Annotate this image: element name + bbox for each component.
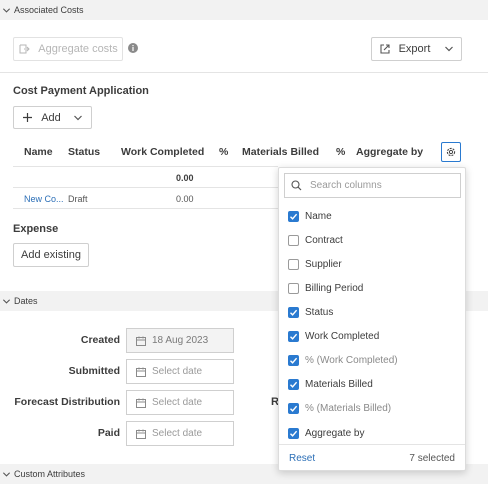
column-option[interactable]: Contract [288, 232, 343, 248]
calendar-icon [136, 398, 152, 408]
created-date-value: 18 Aug 2023 [152, 335, 209, 346]
reset-link[interactable]: Reset [289, 453, 315, 464]
divider [13, 208, 278, 209]
export-button[interactable]: Export [371, 37, 462, 61]
date-placeholder: Select date [152, 397, 203, 408]
column-option[interactable]: % (Work Completed) [288, 352, 398, 368]
divider [0, 72, 488, 73]
forecast-distribution-label: Forecast Distribution [14, 396, 120, 408]
chevron-down-icon [73, 113, 83, 123]
column-settings-button[interactable] [441, 142, 461, 162]
section-title: Dates [14, 296, 38, 306]
calendar-icon [136, 336, 152, 346]
checkbox-checked-icon[interactable] [288, 330, 299, 342]
column-option-label: Contract [305, 234, 343, 246]
created-date-field: 18 Aug 2023 [126, 328, 234, 353]
column-header-materials-percent[interactable]: % [336, 146, 345, 158]
chevron-down-icon [2, 6, 11, 15]
add-label: Add [41, 111, 61, 124]
column-option[interactable]: Billing Period [288, 280, 363, 296]
column-option[interactable]: Supplier [288, 256, 342, 272]
row-name-link[interactable]: New Co... [24, 194, 64, 204]
divider [13, 187, 278, 188]
add-button[interactable]: Add [13, 106, 92, 129]
aggregate-icon [18, 43, 30, 55]
paid-date-input[interactable]: Select date [126, 421, 234, 446]
column-option-label: Status [305, 306, 334, 318]
section-title: Custom Attributes [14, 469, 86, 479]
gear-icon [445, 146, 457, 158]
paid-label: Paid [97, 427, 120, 439]
chevron-down-icon [2, 470, 11, 479]
column-option-label: Work Completed [305, 330, 380, 342]
chevron-down-icon [444, 44, 454, 54]
checkbox-unchecked-icon[interactable] [288, 258, 299, 270]
add-existing-button[interactable]: Add existing [13, 243, 89, 267]
column-picker-footer: Reset 7 selected [279, 444, 465, 471]
checkbox-unchecked-icon[interactable] [288, 234, 299, 246]
divider [13, 166, 278, 167]
date-placeholder: Select date [152, 366, 203, 377]
total-work-completed: 0.00 [176, 173, 194, 183]
column-option[interactable]: Aggregate by [288, 425, 365, 441]
checkbox-checked-icon[interactable] [288, 427, 299, 439]
chevron-down-icon [2, 297, 11, 306]
column-header-work-percent[interactable]: % [219, 146, 228, 158]
date-placeholder: Select date [152, 428, 203, 439]
column-option-label: Name [305, 210, 332, 222]
column-option-label: % (Work Completed) [305, 354, 398, 366]
column-header-materials-billed[interactable]: Materials Billed [242, 146, 319, 158]
column-option[interactable]: % (Materials Billed) [288, 400, 391, 416]
search-columns-input[interactable]: Search columns [284, 173, 461, 198]
column-option-label: Aggregate by [305, 427, 365, 439]
export-label: Export [398, 43, 431, 55]
row-status: Draft [68, 194, 88, 204]
selected-count: 7 selected [409, 452, 455, 464]
submitted-date-input[interactable]: Select date [126, 359, 234, 384]
checkbox-unchecked-icon[interactable] [288, 282, 299, 294]
checkbox-checked-icon[interactable] [288, 354, 299, 366]
column-header-status[interactable]: Status [68, 146, 100, 158]
forecast-distribution-date-input[interactable]: Select date [126, 390, 234, 415]
checkbox-checked-icon[interactable] [288, 210, 299, 222]
column-header-name[interactable]: Name [24, 146, 53, 158]
column-option-label: Billing Period [305, 282, 364, 294]
column-option[interactable]: Work Completed [288, 328, 379, 344]
created-label: Created [80, 334, 120, 346]
export-icon [379, 43, 391, 55]
info-icon[interactable] [128, 43, 138, 56]
checkbox-checked-icon[interactable] [288, 402, 299, 414]
checkbox-checked-icon[interactable] [288, 378, 299, 390]
column-option[interactable]: Status [288, 304, 333, 320]
associated-costs-section-header[interactable]: Associated Costs [0, 0, 488, 20]
column-header-work-completed[interactable]: Work Completed [121, 146, 204, 158]
column-header-aggregate-by[interactable]: Aggregate by [356, 146, 423, 158]
aggregate-costs-button[interactable]: Aggregate costs [13, 37, 123, 61]
column-picker-dropdown: Search columns Name Contract Supplier Billi… [278, 167, 466, 471]
column-option-label: Supplier [305, 258, 342, 270]
column-option[interactable]: Materials Billed [288, 376, 373, 392]
search-icon [291, 180, 302, 191]
section-title: Associated Costs [14, 5, 84, 15]
aggregate-costs-label: Aggregate costs [38, 43, 118, 55]
calendar-icon [136, 367, 152, 377]
cost-payment-title: Cost Payment Application [13, 85, 149, 97]
row-work-completed: 0.00 [176, 194, 194, 204]
expense-title: Expense [13, 223, 59, 235]
plus-icon [22, 112, 33, 123]
submitted-label: Submitted [68, 365, 120, 377]
calendar-icon [136, 429, 152, 439]
column-option-label: % (Materials Billed) [305, 402, 392, 414]
add-existing-label: Add existing [21, 249, 81, 261]
column-option-label: Materials Billed [305, 378, 373, 390]
column-option[interactable]: Name [288, 208, 332, 224]
search-placeholder: Search columns [310, 180, 382, 191]
checkbox-checked-icon[interactable] [288, 306, 299, 318]
